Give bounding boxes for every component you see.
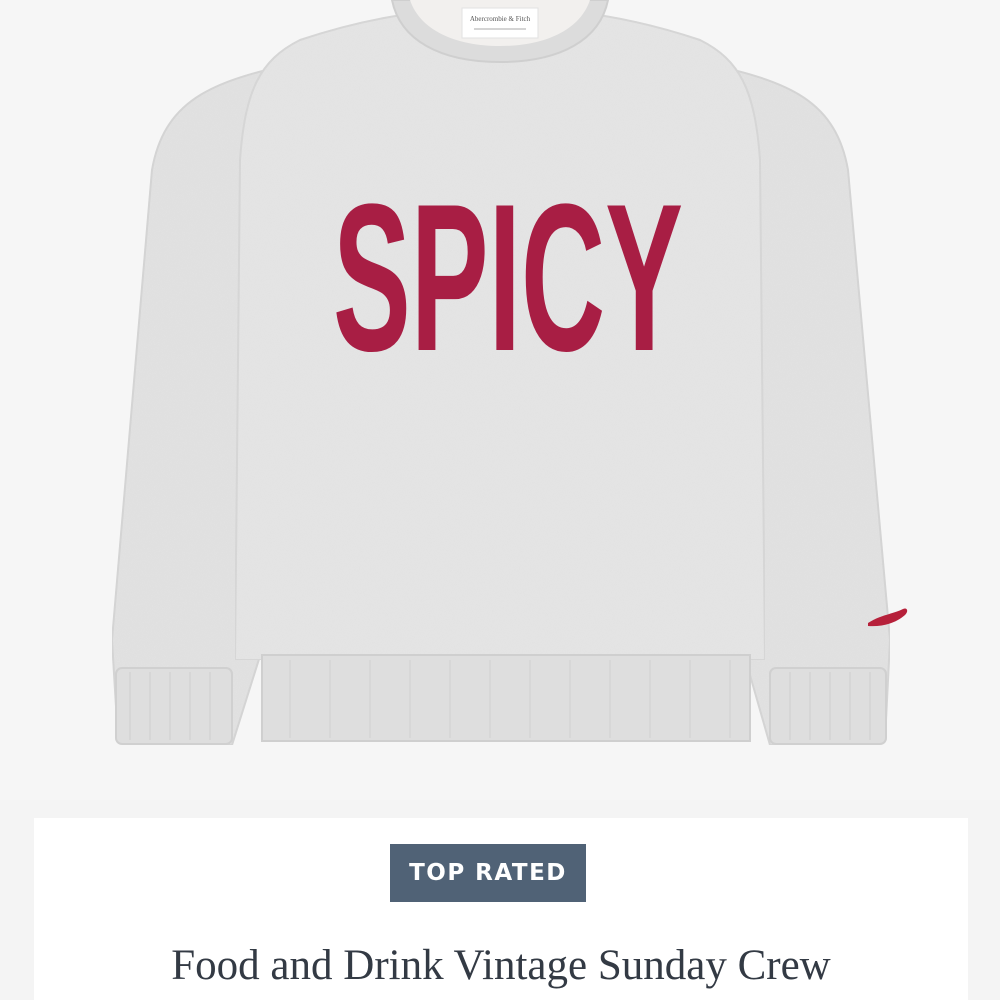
left-cuff (115, 667, 233, 745)
right-cuff (769, 667, 887, 745)
neck-label (461, 7, 539, 39)
neck-label-text: Abercrombie & Fitch (470, 15, 531, 23)
product-info-card: TOP RATED Food and Drink Vintage Sunday … (34, 818, 968, 1000)
sweatshirt-image: Abercrombie & Fitch SPICY (110, 0, 908, 747)
graphic-print-text: SPICY (333, 160, 683, 395)
top-rated-badge: TOP RATED (390, 844, 586, 902)
product-image[interactable]: Abercrombie & Fitch SPICY (0, 0, 1000, 800)
waistband (261, 654, 751, 742)
product-title[interactable]: Food and Drink Vintage Sunday Crew (34, 936, 968, 996)
